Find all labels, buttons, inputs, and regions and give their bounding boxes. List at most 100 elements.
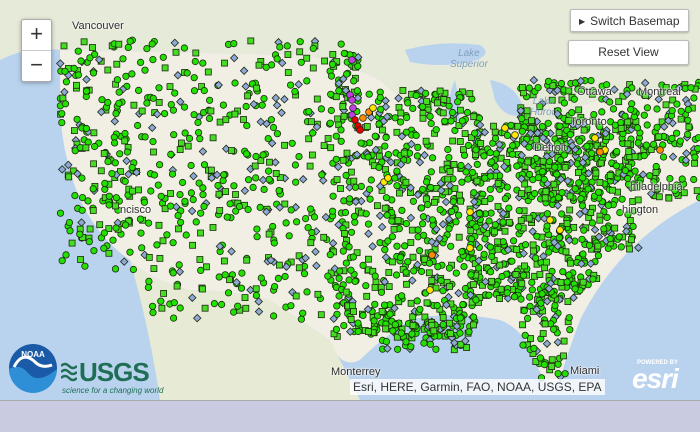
gauge-circle[interactable]: [198, 267, 204, 273]
gauge-circle[interactable]: [150, 309, 156, 315]
gauge-circle[interactable]: [595, 252, 601, 258]
gauge-square[interactable]: [91, 130, 97, 136]
gauge-circle[interactable]: [660, 154, 666, 160]
gauge-circle[interactable]: [399, 293, 405, 299]
gauge-circle[interactable]: [191, 112, 197, 118]
gauge-circle[interactable]: [560, 269, 566, 275]
gauge-square[interactable]: [379, 308, 385, 314]
gauge-circle[interactable]: [559, 189, 565, 195]
gauge-action[interactable]: [385, 175, 392, 182]
gauge-circle[interactable]: [397, 119, 403, 125]
gauge-circle[interactable]: [351, 213, 357, 219]
gauge-square[interactable]: [114, 61, 120, 67]
gauge-circle[interactable]: [268, 117, 274, 123]
gauge-circle[interactable]: [384, 212, 390, 218]
gauge-circle[interactable]: [487, 269, 493, 275]
gauge-circle[interactable]: [288, 207, 294, 213]
gauge-square[interactable]: [561, 353, 567, 359]
gauge-square[interactable]: [190, 242, 196, 248]
gauge-circle[interactable]: [561, 100, 567, 106]
gauge-circle[interactable]: [271, 283, 277, 289]
gauge-square[interactable]: [519, 191, 525, 197]
gauge-circle[interactable]: [562, 371, 568, 377]
gauge-square[interactable]: [282, 142, 288, 148]
gauge-circle[interactable]: [613, 163, 619, 169]
gauge-circle[interactable]: [635, 140, 641, 146]
gauge-circle[interactable]: [145, 284, 151, 290]
gauge-circle[interactable]: [333, 133, 339, 139]
gauge-circle[interactable]: [588, 77, 594, 83]
gauge-circle[interactable]: [674, 101, 680, 107]
gauge-circle[interactable]: [304, 289, 310, 295]
gauge-circle[interactable]: [387, 311, 393, 317]
gauge-circle[interactable]: [238, 285, 244, 291]
gauge-circle[interactable]: [346, 277, 352, 283]
gauge-square[interactable]: [618, 125, 624, 131]
gauge-circle[interactable]: [342, 209, 348, 215]
gauge-circle[interactable]: [510, 238, 516, 244]
gauge-square[interactable]: [556, 130, 562, 136]
gauge-diamond[interactable]: [635, 244, 642, 251]
gauge-circle[interactable]: [366, 91, 372, 97]
gauge-circle[interactable]: [271, 240, 277, 246]
gauge-circle[interactable]: [253, 153, 259, 159]
gauge-circle[interactable]: [99, 97, 105, 103]
gauge-circle[interactable]: [101, 230, 107, 236]
gauge-circle[interactable]: [405, 100, 411, 106]
gauge-square[interactable]: [628, 237, 634, 243]
gauge-circle[interactable]: [191, 88, 197, 94]
gauge-square[interactable]: [519, 281, 525, 287]
gauge-circle[interactable]: [457, 330, 463, 336]
gauge-square[interactable]: [403, 179, 409, 185]
gauge-square[interactable]: [531, 248, 537, 254]
gauge-minor[interactable]: [657, 147, 664, 154]
gauge-circle[interactable]: [555, 361, 561, 367]
gauge-square[interactable]: [328, 145, 334, 151]
gauge-circle[interactable]: [102, 180, 108, 186]
gauge-square[interactable]: [351, 178, 357, 184]
gauge-circle[interactable]: [461, 152, 467, 158]
gauge-square[interactable]: [420, 115, 426, 121]
gauge-square[interactable]: [448, 331, 454, 337]
gauge-circle[interactable]: [318, 106, 324, 112]
gauge-square[interactable]: [410, 254, 416, 260]
gauge-square[interactable]: [549, 357, 555, 363]
gauge-square[interactable]: [386, 284, 392, 290]
gauge-square[interactable]: [245, 93, 251, 99]
gauge-circle[interactable]: [149, 303, 155, 309]
gauge-circle[interactable]: [90, 186, 96, 192]
gauge-action[interactable]: [370, 105, 377, 112]
gauge-square[interactable]: [185, 143, 191, 149]
gauge-circle[interactable]: [340, 248, 346, 254]
gauge-square[interactable]: [478, 141, 484, 147]
gauge-square[interactable]: [518, 218, 524, 224]
gauge-square[interactable]: [90, 45, 96, 51]
gauge-circle[interactable]: [168, 101, 174, 107]
gauge-circle[interactable]: [105, 99, 111, 105]
gauge-square[interactable]: [440, 110, 446, 116]
gauge-circle[interactable]: [341, 50, 347, 56]
gauge-circle[interactable]: [526, 294, 532, 300]
gauge-square[interactable]: [627, 217, 633, 223]
gauge-circle[interactable]: [403, 269, 409, 275]
gauge-circle[interactable]: [59, 110, 65, 116]
gauge-circle[interactable]: [522, 332, 528, 338]
gauge-square[interactable]: [519, 84, 525, 90]
gauge-circle[interactable]: [77, 231, 83, 237]
gauge-circle[interactable]: [164, 232, 170, 238]
gauge-square[interactable]: [314, 96, 320, 102]
gauge-square[interactable]: [537, 272, 543, 278]
gauge-circle[interactable]: [487, 244, 493, 250]
gauge-square[interactable]: [598, 160, 604, 166]
gauge-circle[interactable]: [336, 293, 342, 299]
gauge-square[interactable]: [176, 226, 182, 232]
gauge-circle[interactable]: [641, 152, 647, 158]
gauge-circle[interactable]: [168, 151, 174, 157]
gauge-square[interactable]: [626, 149, 632, 155]
gauge-circle[interactable]: [348, 267, 354, 273]
gauge-square[interactable]: [83, 145, 89, 151]
gauge-circle[interactable]: [385, 151, 391, 157]
gauge-circle[interactable]: [351, 78, 357, 84]
gauge-square[interactable]: [663, 102, 669, 108]
gauge-square[interactable]: [495, 246, 501, 252]
